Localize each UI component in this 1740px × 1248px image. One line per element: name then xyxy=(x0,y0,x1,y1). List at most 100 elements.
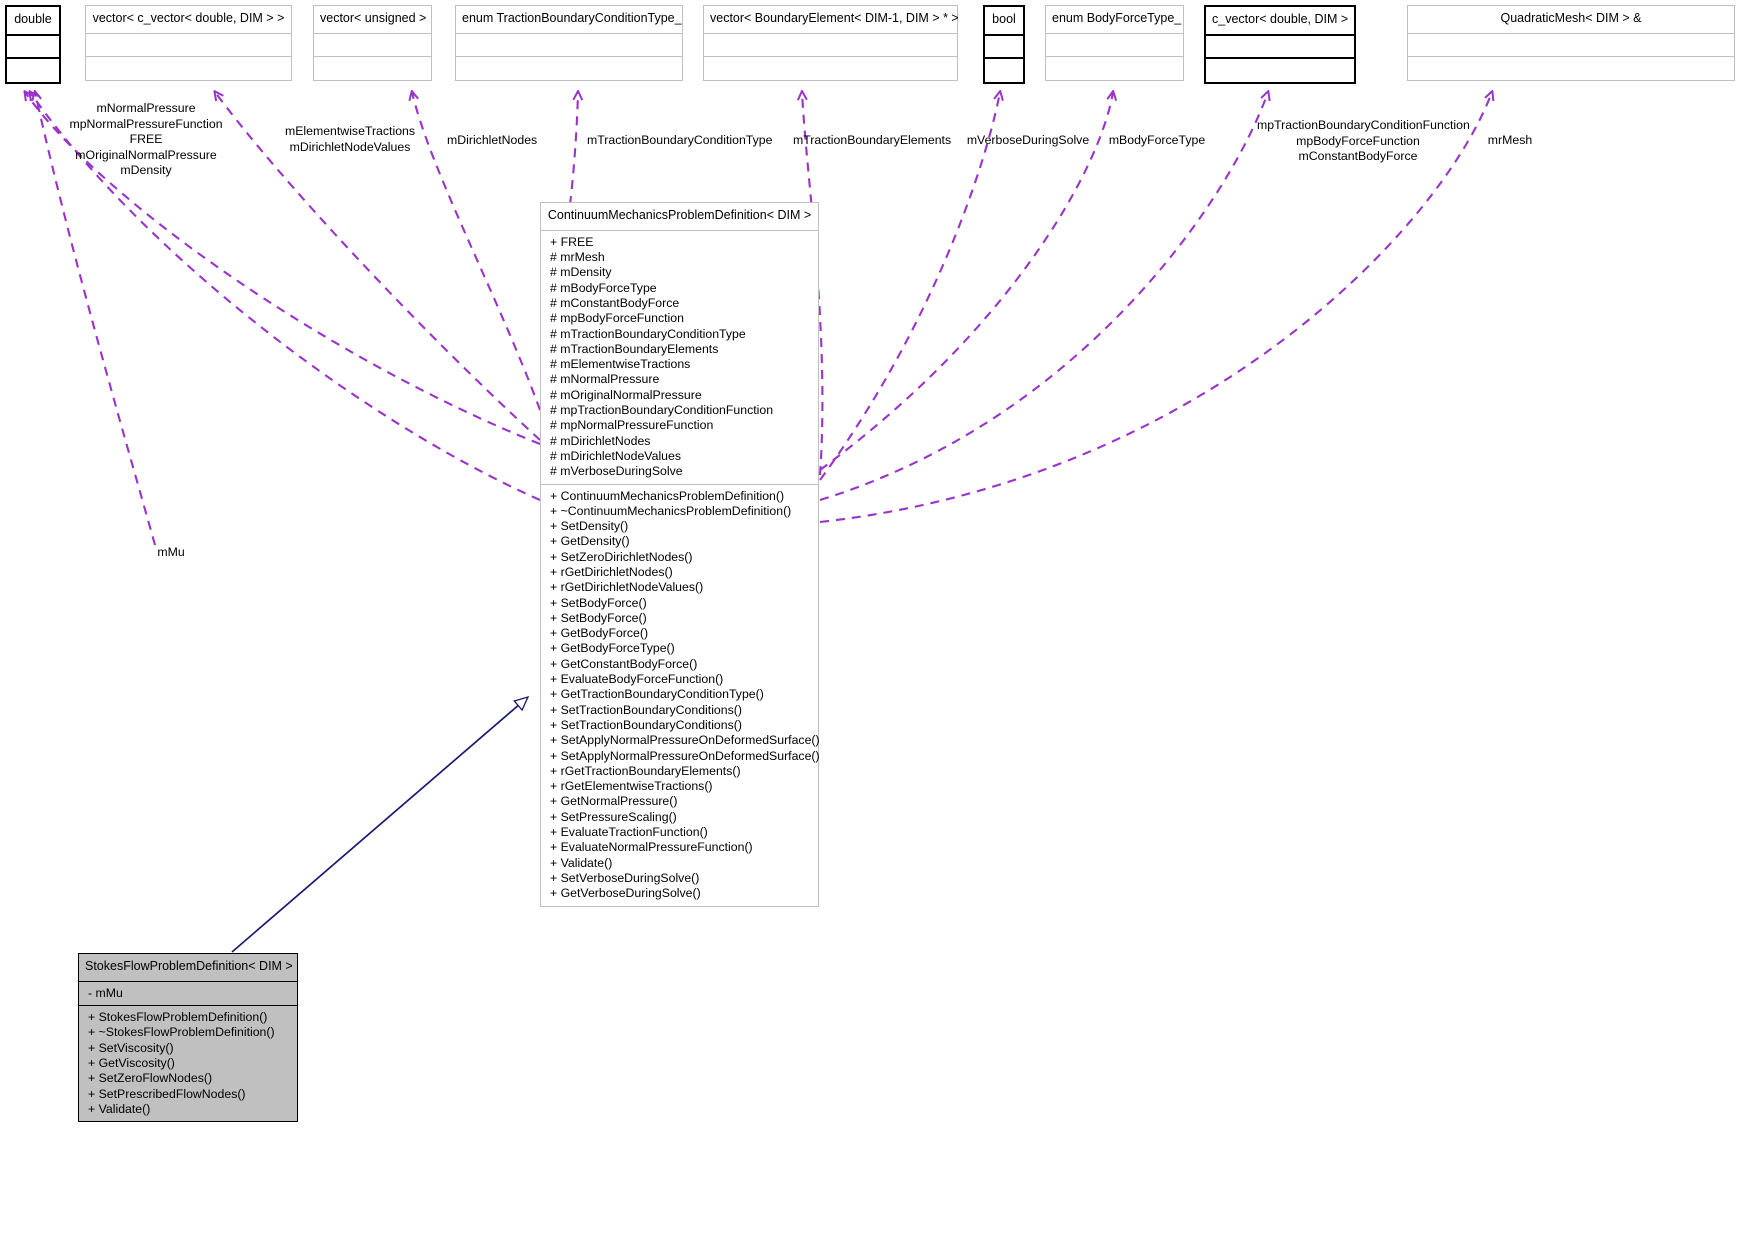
edge-label-line: mpBodyForceFunction xyxy=(1296,133,1420,148)
class-method: + StokesFlowProblemDefinition() xyxy=(88,1010,268,1025)
type-box-methods xyxy=(7,59,59,82)
type-box-methods xyxy=(1206,59,1354,82)
edge-enum-tbct xyxy=(568,92,578,206)
class-attribute: # mNormalPressure xyxy=(550,372,660,387)
type-box-quadraticmesh: QuadraticMesh< DIM > & xyxy=(1407,5,1735,81)
class-title: ContinuumMechanicsProblemDefinition< DIM… xyxy=(541,203,818,231)
type-box-enum-bodyforcetype: enum BodyForceType_ xyxy=(1045,5,1184,81)
type-box-title: bool xyxy=(985,7,1023,36)
class-method: + SetBodyForce() xyxy=(550,595,647,610)
type-box-title: vector< BoundaryElement< DIM-1, DIM > * … xyxy=(704,6,959,34)
edge-label-line: mDirichletNodes xyxy=(447,133,538,147)
type-box-title: enum BodyForceType_ xyxy=(1046,6,1183,34)
class-attribute: # mDensity xyxy=(550,265,612,280)
type-box-double: double xyxy=(5,5,61,84)
edge-label-line: mrMesh xyxy=(1487,133,1533,147)
edge-label-enum-tbct: mTractionBoundaryConditionType xyxy=(587,133,773,149)
class-method: + rGetDirichletNodes() xyxy=(550,564,673,579)
edge-label-line: mTractionBoundaryConditionType xyxy=(587,133,773,147)
class-method: + SetApplyNormalPressureOnDeformedSurfac… xyxy=(550,733,820,748)
edge-label-line: mMu xyxy=(157,545,185,559)
edge-label-vector-boundaryelement: mTractionBoundaryElements xyxy=(793,133,952,149)
class-methods-section: + ContinuumMechanicsProblemDefinition() … xyxy=(541,485,820,906)
edge-label-quadraticmesh: mrMesh xyxy=(1483,133,1537,149)
class-attribute: # mDirichletNodes xyxy=(550,433,651,448)
class-method: + GetVerboseDuringSolve() xyxy=(550,886,701,901)
type-box-attributes xyxy=(7,36,59,59)
class-method: + Validate() xyxy=(550,855,613,870)
type-box-vector-cvector-double-dim: vector< c_vector< double, DIM > > xyxy=(85,5,292,81)
edge-label-line: mpNormalPressureFunction xyxy=(69,116,223,131)
class-attribute: # mpNormalPressureFunction xyxy=(550,418,714,433)
type-box-vector-unsigned: vector< unsigned > xyxy=(313,5,432,81)
class-method: + GetBodyForceType() xyxy=(550,641,675,656)
type-box-methods xyxy=(86,57,291,80)
edge-label-vector-cvector: mElementwiseTractions mDirichletNodeValu… xyxy=(277,124,423,155)
class-method: + rGetDirichletNodeValues() xyxy=(550,580,704,595)
edge-label-mmu: mMu xyxy=(155,545,187,561)
class-method: + GetBodyForce() xyxy=(550,626,649,641)
type-box-methods xyxy=(704,57,957,80)
edge-label-line: FREE xyxy=(129,132,163,146)
class-attribute: + FREE xyxy=(550,234,594,249)
edge-label-enum-bodyforcetype: mBodyForceType xyxy=(1108,133,1206,149)
class-attribute: # mTractionBoundaryElements xyxy=(550,341,719,356)
class-attribute: # mConstantBodyForce xyxy=(550,295,680,310)
class-method: + SetVerboseDuringSolve() xyxy=(550,870,700,885)
class-attribute: # mElementwiseTractions xyxy=(550,357,691,372)
type-box-attributes xyxy=(1408,34,1734,57)
class-method: + GetNormalPressure() xyxy=(550,794,678,809)
class-method: + SetDensity() xyxy=(550,519,629,534)
class-method: + ~ContinuumMechanicsProblemDefinition() xyxy=(550,503,792,518)
class-method: + SetZeroFlowNodes() xyxy=(88,1071,213,1086)
class-method: + SetTractionBoundaryConditions() xyxy=(550,702,742,717)
class-attribute: # mOriginalNormalPressure xyxy=(550,387,702,402)
class-method: + SetApplyNormalPressureOnDeformedSurfac… xyxy=(550,748,820,763)
class-method: + GetViscosity() xyxy=(88,1055,175,1070)
type-box-title: enum TractionBoundaryConditionType_ xyxy=(456,6,682,34)
class-attributes-section: - mMu xyxy=(79,982,297,1007)
type-box-bool: bool xyxy=(983,5,1025,84)
type-box-attributes xyxy=(314,34,431,57)
class-title: StokesFlowProblemDefinition< DIM > xyxy=(79,954,297,982)
class-method: + Validate() xyxy=(88,1101,151,1116)
class-method: + SetBodyForce() xyxy=(550,610,647,625)
type-box-methods xyxy=(314,57,431,80)
class-box-continuummechanicsproblemdefinition: ContinuumMechanicsProblemDefinition< DIM… xyxy=(540,202,820,907)
class-method: + rGetElementwiseTractions() xyxy=(550,779,713,794)
edge-label-line: mConstantBodyForce xyxy=(1298,149,1418,163)
type-box-title: double xyxy=(7,7,59,36)
edge-label-double: mNormalPressure mpNormalPressureFunction… xyxy=(68,101,224,179)
class-attribute: # mDirichletNodeValues xyxy=(550,448,681,463)
edge-label-bool: mVerboseDuringSolve xyxy=(966,133,1090,149)
edge-label-line: mBodyForceType xyxy=(1108,133,1206,147)
class-attribute: # mrMesh xyxy=(550,250,605,265)
type-box-methods xyxy=(1408,57,1734,80)
type-box-c-vector-double-dim: c_vector< double, DIM > xyxy=(1204,5,1356,84)
edge-label-cvector-double: mpTractionBoundaryConditionFunction mpBo… xyxy=(1257,118,1470,165)
type-box-attributes xyxy=(704,34,957,57)
type-box-vector-boundaryelement: vector< BoundaryElement< DIM-1, DIM > * … xyxy=(703,5,959,81)
type-box-attributes xyxy=(456,34,682,57)
type-box-enum-tractionboundaryconditiontype: enum TractionBoundaryConditionType_ xyxy=(455,5,683,81)
type-box-attributes xyxy=(985,36,1023,59)
class-attributes-section: + FREE # mrMesh # mDensity # mBodyForceT… xyxy=(541,231,818,485)
class-method: + ~StokesFlowProblemDefinition() xyxy=(88,1025,275,1040)
type-box-methods xyxy=(1046,57,1183,80)
edge-label-line: mVerboseDuringSolve xyxy=(966,133,1090,147)
type-box-methods xyxy=(456,57,682,80)
type-box-methods xyxy=(985,59,1023,82)
inheritance-edge xyxy=(231,697,528,953)
edge-label-line: mTractionBoundaryElements xyxy=(793,133,952,147)
class-attribute: # mVerboseDuringSolve xyxy=(550,464,683,479)
class-attribute: - mMu xyxy=(88,985,123,1000)
type-box-title: vector< c_vector< double, DIM > > xyxy=(86,6,291,34)
class-attribute: # mpBodyForceFunction xyxy=(550,311,684,326)
class-method: + SetPressureScaling() xyxy=(550,809,677,824)
class-method: + SetPrescribedFlowNodes() xyxy=(88,1086,246,1101)
edge-label-line: mpTractionBoundaryConditionFunction xyxy=(1257,118,1470,132)
class-box-stokesflowproblemdefinition: StokesFlowProblemDefinition< DIM > - mMu… xyxy=(78,953,298,1123)
class-method: + GetDensity() xyxy=(550,534,630,549)
edge-label-line: mDirichletNodeValues xyxy=(289,139,411,154)
class-method: + rGetTractionBoundaryElements() xyxy=(550,763,741,778)
